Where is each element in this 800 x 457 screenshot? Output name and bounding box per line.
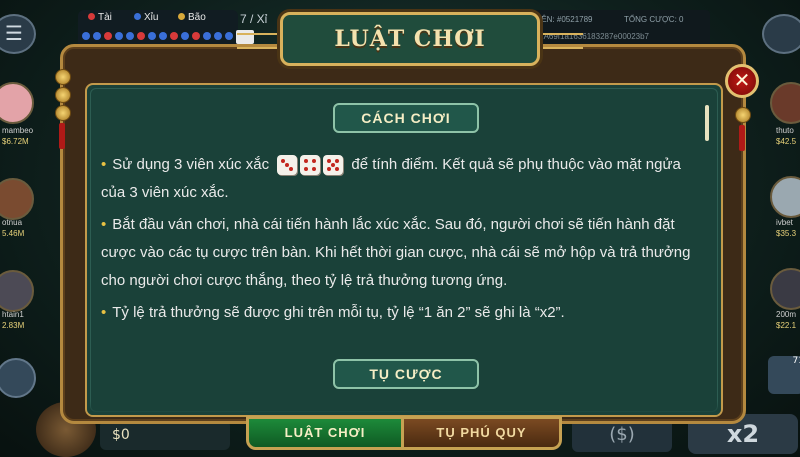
result-history: Tài Xỉu Bão bbox=[78, 10, 238, 48]
history-dot bbox=[181, 32, 189, 40]
knot-ornament-icon bbox=[55, 105, 71, 121]
tab-rich-pool[interactable]: TỤ PHÚ QUY bbox=[404, 416, 562, 450]
player-name: mambeo bbox=[2, 126, 34, 135]
section-bet-pools: TỤ CƯỢC bbox=[333, 359, 479, 389]
bullet-icon: • bbox=[101, 216, 107, 233]
dice-icon bbox=[277, 155, 298, 176]
modal-title-plate: LUẬT CHƠI bbox=[237, 12, 583, 66]
player-name: otnua bbox=[2, 218, 23, 227]
player-name: thuto bbox=[776, 126, 794, 135]
close-icon[interactable]: ✕ bbox=[725, 64, 759, 98]
player-name: htain1 bbox=[2, 310, 24, 319]
knot-ornament-icon bbox=[735, 107, 751, 123]
share-icon[interactable] bbox=[0, 358, 36, 398]
player-amount: 2.83M bbox=[2, 321, 25, 330]
para2-text: Bắt đầu ván chơi, nhà cái tiến hành lắc … bbox=[101, 216, 691, 289]
avatar[interactable] bbox=[770, 268, 800, 310]
history-dot bbox=[126, 32, 134, 40]
blue-dot-icon bbox=[134, 13, 141, 20]
dice-icon bbox=[323, 155, 344, 176]
player-amount: $42.5 bbox=[776, 137, 797, 146]
history-dot bbox=[203, 32, 211, 40]
yellow-dot-icon bbox=[178, 13, 185, 20]
players-count: 71 bbox=[792, 356, 800, 366]
section-how-to-play: CÁCH CHƠI bbox=[333, 103, 479, 133]
history-dot bbox=[104, 32, 112, 40]
history-dot bbox=[148, 32, 156, 40]
history-dots bbox=[82, 32, 233, 40]
legend-xiu-label: Xỉu bbox=[144, 12, 159, 23]
modal-title: LUẬT CHƠI bbox=[334, 26, 486, 52]
tassel-icon bbox=[739, 125, 745, 151]
history-dot bbox=[214, 32, 222, 40]
legend-bao: Bão bbox=[178, 12, 206, 23]
bullet-icon: • bbox=[101, 156, 107, 173]
history-dot bbox=[137, 32, 145, 40]
tassel-icon bbox=[59, 123, 65, 149]
player-amount: $6.72M bbox=[2, 137, 29, 146]
bullet-icon: • bbox=[101, 304, 107, 321]
player-name: ivbet bbox=[776, 218, 793, 227]
rules-tabs: LUẬT CHƠI TỤ PHÚ QUY bbox=[246, 416, 562, 450]
history-dot bbox=[225, 32, 233, 40]
balance: $0 bbox=[100, 420, 230, 450]
rule-paragraph-1: • Sử dụng 3 viên xúc xắc để tính điểm. Kế… bbox=[101, 151, 701, 207]
total-bet-label: TỔNG CƯỢC: 0 bbox=[624, 15, 684, 24]
red-dot-icon bbox=[88, 13, 95, 20]
scroll-fade bbox=[87, 401, 721, 415]
avatar[interactable] bbox=[770, 176, 800, 218]
player-amount: $35.3 bbox=[776, 229, 797, 238]
dice-icon bbox=[300, 155, 321, 176]
history-dot bbox=[170, 32, 178, 40]
para1-before: Sử dụng 3 viên xúc xắc bbox=[112, 156, 270, 173]
legend-bao-label: Bão bbox=[188, 12, 206, 23]
knot-ornament-icon bbox=[55, 87, 71, 103]
para3-text: Tỷ lệ trả thưởng sẽ được ghi trên mỗi tụ… bbox=[112, 304, 565, 321]
player-name: 200m bbox=[776, 310, 797, 319]
history-dot bbox=[115, 32, 123, 40]
round-counter: 7 / Xỉ bbox=[240, 12, 268, 26]
history-dot bbox=[159, 32, 167, 40]
scrollbar-thumb[interactable] bbox=[705, 105, 709, 141]
history-dot bbox=[93, 32, 101, 40]
players-button[interactable]: 71 bbox=[768, 356, 800, 394]
avatar[interactable] bbox=[0, 178, 34, 220]
rule-paragraph-2: • Bắt đầu ván chơi, nhà cái tiến hành lắc… bbox=[101, 211, 701, 295]
rules-content[interactable]: CÁCH CHƠI • Sử dụng 3 viên xúc xắc để tín… bbox=[85, 83, 723, 417]
chat-icon[interactable] bbox=[762, 14, 800, 54]
knot-ornament-icon bbox=[55, 69, 71, 85]
history-dot bbox=[192, 32, 200, 40]
avatar[interactable] bbox=[0, 82, 34, 124]
legend-tai-label: Tài bbox=[98, 12, 112, 23]
rule-paragraph-3: • Tỷ lệ trả thưởng sẽ được ghi trên mỗi t… bbox=[101, 299, 701, 327]
avatar[interactable] bbox=[0, 270, 34, 312]
legend-xiu: Xỉu bbox=[134, 12, 158, 23]
tab-rules[interactable]: LUẬT CHƠI bbox=[246, 416, 404, 450]
legend-tai: Tài bbox=[88, 12, 112, 23]
dice-group bbox=[277, 155, 344, 176]
player-amount: 5.46M bbox=[2, 229, 25, 238]
rules-modal: CÁCH CHƠI • Sử dụng 3 viên xúc xắc để tín… bbox=[55, 44, 751, 424]
history-dot bbox=[82, 32, 90, 40]
player-amount: $22.1 bbox=[776, 321, 797, 330]
menu-icon[interactable]: ☰ bbox=[0, 14, 36, 54]
avatar[interactable] bbox=[770, 82, 800, 124]
